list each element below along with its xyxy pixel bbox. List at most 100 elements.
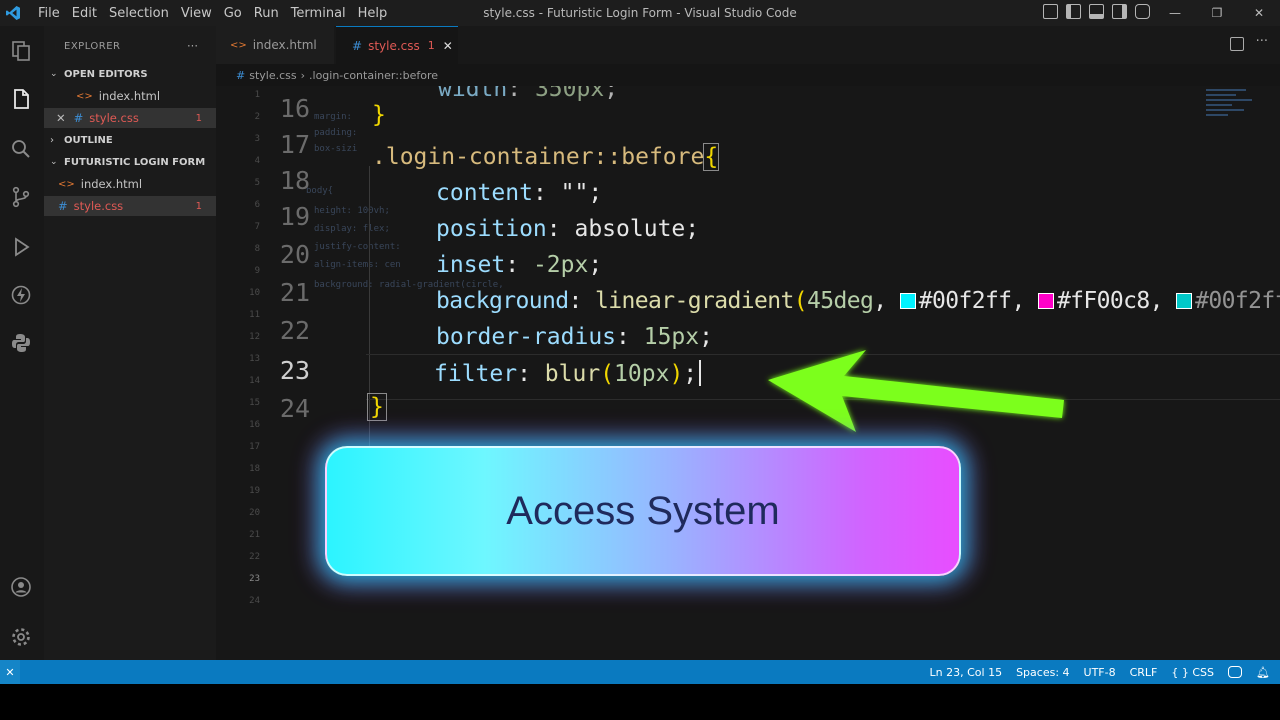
tab-label: style.css — [368, 38, 420, 53]
remote-explorer-icon[interactable] — [8, 282, 34, 308]
css-selector: .login-container::before — [372, 144, 705, 170]
run-debug-icon[interactable] — [8, 234, 34, 260]
line-number: 24 — [249, 596, 260, 606]
punctuation: ; — [699, 324, 713, 350]
account-icon[interactable] — [8, 574, 34, 600]
file-label: style.css — [73, 199, 124, 213]
remote-indicator-icon[interactable]: ✕ — [0, 660, 20, 684]
explorer-sidebar: EXPLORER ··· ⌄ OPEN EDITORS <> index.htm… — [44, 26, 216, 660]
chevron-down-icon: ⌄ — [50, 157, 58, 167]
search-icon[interactable] — [8, 136, 34, 162]
minimize-icon[interactable]: — — [1154, 0, 1196, 26]
menu-go[interactable]: Go — [218, 6, 248, 21]
problem-count-badge: 1 — [195, 200, 202, 212]
encoding[interactable]: UTF-8 — [1084, 666, 1116, 679]
color-value: #00f2ff — [1195, 288, 1280, 314]
tab-index-html[interactable]: <> index.html — [216, 26, 334, 64]
background-code: display: flex; — [314, 224, 390, 234]
tab-label: index.html — [252, 38, 317, 52]
toggle-panel-icon[interactable] — [1089, 4, 1104, 19]
file-label: index.html — [80, 177, 143, 191]
file-index-html[interactable]: <> index.html — [44, 174, 216, 194]
close-tab-icon[interactable]: ✕ — [443, 39, 453, 53]
language-mode[interactable]: { } CSS — [1171, 666, 1214, 679]
punctuation: ( — [600, 361, 615, 387]
explorer-header: EXPLORER ··· — [44, 36, 216, 56]
chat-icon[interactable] — [1135, 4, 1150, 19]
css-value: 10px — [614, 361, 670, 387]
breadcrumb-file[interactable]: style.css — [249, 69, 296, 82]
open-editor-label: style.css — [89, 111, 139, 125]
menu-view[interactable]: View — [175, 6, 218, 21]
cursor-position[interactable]: Ln 23, Col 15 — [930, 666, 1003, 679]
html-file-icon: <> — [230, 39, 247, 51]
end-of-line[interactable]: CRLF — [1130, 666, 1158, 679]
menu-file[interactable]: File — [32, 6, 66, 21]
toggle-secondary-sidebar-icon[interactable] — [1112, 4, 1127, 19]
open-editors-label: OPEN EDITORS — [64, 68, 148, 80]
css-file-icon: # — [58, 199, 68, 213]
open-editors-section[interactable]: ⌄ OPEN EDITORS — [44, 64, 216, 84]
project-folder-section[interactable]: ⌄ FUTURISTIC LOGIN FORM — [44, 152, 216, 172]
source-control-icon[interactable] — [8, 184, 34, 210]
copilot-icon[interactable] — [1228, 666, 1243, 678]
menu-terminal[interactable]: Terminal — [285, 6, 352, 21]
indentation[interactable]: Spaces: 4 — [1016, 666, 1069, 679]
open-editor-label: index.html — [98, 89, 161, 103]
chevron-down-icon: ⌄ — [50, 69, 58, 79]
background-code: height: 100vh; — [314, 206, 390, 216]
tab-style-css[interactable]: # style.css 1 ✕ — [336, 26, 458, 64]
open-editor-index-html[interactable]: <> index.html — [44, 86, 216, 106]
explorer-icon[interactable] — [8, 38, 34, 64]
color-swatch[interactable] — [899, 293, 916, 309]
explorer-title: EXPLORER — [64, 40, 121, 52]
line-number: 10 — [249, 288, 260, 298]
restore-icon[interactable]: ❐ — [1196, 0, 1238, 26]
minimap[interactable] — [1206, 86, 1266, 166]
problem-count-badge: 1 — [195, 112, 202, 124]
line-number: 6 — [254, 200, 260, 210]
css-value: "" — [560, 180, 589, 206]
line-number: 3 — [254, 134, 260, 144]
more-actions-icon[interactable]: ··· — [187, 39, 198, 53]
css-property: filter — [434, 361, 518, 387]
css-value: 350px — [534, 86, 605, 102]
access-system-button[interactable]: Access System — [325, 446, 961, 576]
menu-run[interactable]: Run — [248, 6, 285, 21]
files-icon[interactable] — [8, 86, 34, 112]
background-code: box-sizi — [314, 144, 358, 154]
code-line-19: position: absolute; — [436, 216, 699, 242]
code-line-24: } — [367, 393, 387, 421]
python-icon[interactable] — [8, 330, 34, 356]
background-code: justify-content: — [314, 242, 401, 252]
close-icon[interactable]: ✕ — [1238, 0, 1280, 26]
outline-section[interactable]: › OUTLINE — [44, 130, 216, 150]
css-function: linear-gradient — [594, 288, 794, 314]
line-number: 18 — [249, 464, 260, 474]
html-file-icon: <> — [76, 90, 93, 102]
file-style-css[interactable]: # style.css 1 — [44, 196, 216, 216]
breadcrumb-symbol[interactable]: .login-container::before — [309, 69, 438, 82]
menu-help[interactable]: Help — [352, 6, 394, 21]
css-value: 15px — [643, 324, 700, 350]
punctuation: : — [517, 361, 545, 387]
split-editor-icon[interactable] — [1230, 37, 1244, 51]
close-editor-icon[interactable]: ✕ — [56, 111, 66, 125]
notifications-bell-icon[interactable]: 🔔︎ — [1256, 666, 1270, 679]
open-editor-style-css[interactable]: ✕ # style.css 1 — [44, 108, 216, 128]
punctuation: : — [532, 180, 561, 206]
code-line-20: inset: -2px; — [436, 252, 602, 278]
html-file-icon: <> — [58, 178, 75, 190]
tab-problem-badge: 1 — [427, 39, 435, 52]
menu-edit[interactable]: Edit — [66, 6, 103, 21]
line-number: 2 — [254, 112, 260, 122]
settings-gear-icon[interactable] — [8, 624, 34, 650]
color-swatch[interactable] — [1037, 293, 1054, 309]
more-actions-icon[interactable]: ··· — [1256, 34, 1268, 49]
color-swatch[interactable] — [1176, 293, 1193, 309]
code-line-15: width: 350px; — [438, 86, 618, 102]
toggle-primary-sidebar-icon[interactable] — [1066, 4, 1081, 19]
menu-selection[interactable]: Selection — [103, 6, 175, 21]
customize-layout-icon[interactable] — [1043, 4, 1058, 19]
line-number: 1 — [254, 90, 260, 100]
